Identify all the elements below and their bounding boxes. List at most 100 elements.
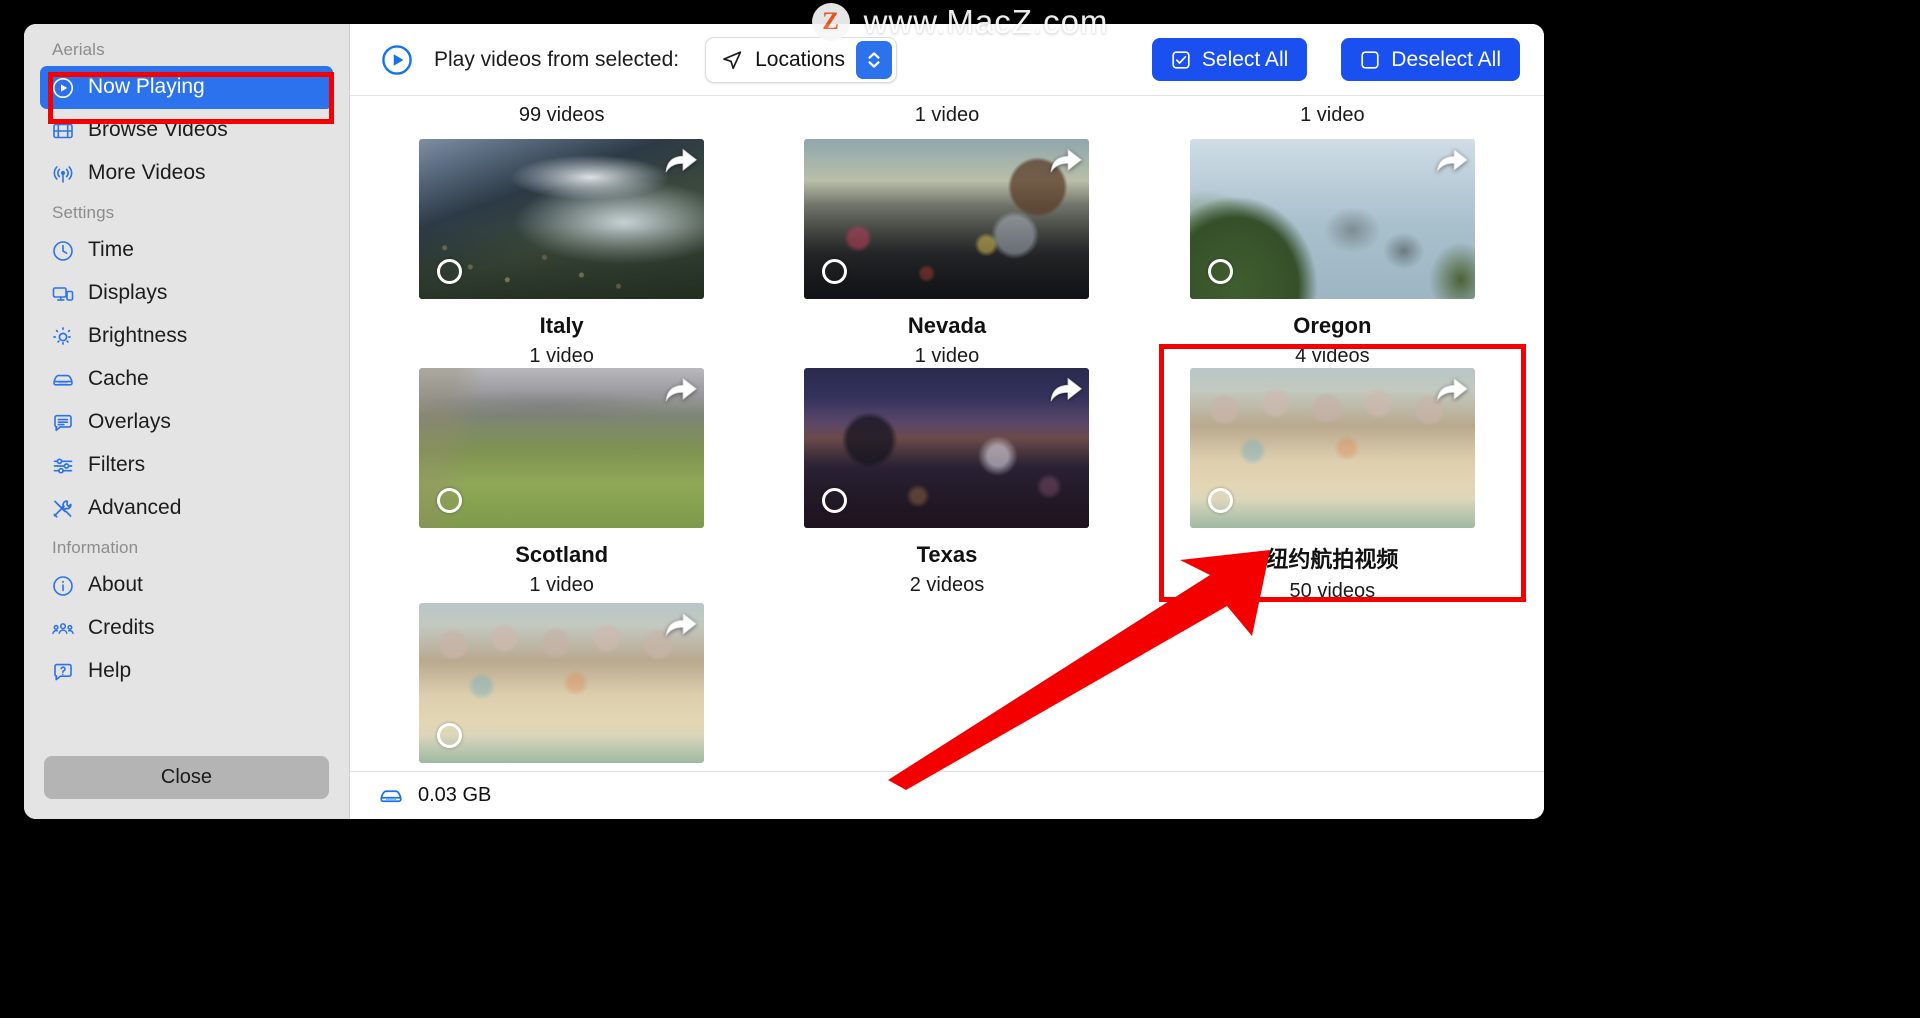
video-title: Oregon: [1293, 313, 1372, 338]
video-count: 1 video: [529, 574, 594, 596]
locations-select[interactable]: Locations: [705, 36, 898, 83]
grid-item-texas[interactable]: Texas 2 videos: [775, 368, 1118, 603]
radio-unchecked-icon[interactable]: [437, 488, 463, 513]
thumbnail-image: [419, 603, 705, 763]
video-count: 99 videos: [518, 104, 605, 126]
sidebar-item-label: More Videos: [88, 161, 206, 184]
sidebar-item-time[interactable]: Time: [40, 229, 333, 272]
grid-item-scotland[interactable]: Scotland 1 video: [390, 368, 733, 603]
video-thumbnail[interactable]: [419, 368, 705, 528]
video-thumbnail[interactable]: [1189, 368, 1475, 528]
sidebar-item-now-playing[interactable]: Now Playing: [40, 66, 333, 109]
radio-unchecked-icon[interactable]: [437, 723, 463, 748]
play-circle-icon[interactable]: [378, 41, 416, 79]
video-thumbnail[interactable]: [804, 368, 1090, 528]
sidebar-item-label: Filters: [88, 453, 146, 476]
toolbar-label: Play videos from selected:: [434, 47, 680, 71]
antenna-icon: [50, 161, 76, 187]
radio-unchecked-icon[interactable]: [1207, 259, 1233, 284]
cache-size-label: 0.03 GB: [418, 784, 492, 806]
video-title: Italy: [539, 313, 584, 338]
share-arrow-icon[interactable]: [1049, 374, 1083, 404]
sidebar-item-help[interactable]: Help: [40, 650, 333, 693]
video-title: 纽约航拍视频: [1266, 547, 1399, 572]
sidebar-item-brightness[interactable]: Brightness: [40, 315, 333, 358]
radio-unchecked-icon[interactable]: [1207, 488, 1233, 513]
grid-item-new-york[interactable]: 纽约航拍视频 50 videos: [1161, 368, 1504, 603]
close-button[interactable]: Close: [44, 756, 329, 799]
share-arrow-icon[interactable]: [1049, 145, 1083, 175]
displays-icon: [50, 281, 76, 307]
grid-item-partial[interactable]: [390, 603, 733, 763]
disk-icon: [378, 783, 404, 809]
share-arrow-icon[interactable]: [664, 145, 698, 175]
video-count: 1 video: [1300, 104, 1365, 126]
video-count: 2 videos: [909, 574, 985, 596]
thumbnail-image: [1189, 139, 1475, 299]
video-count: 1 video: [529, 345, 594, 367]
deselect-all-button[interactable]: Deselect All: [1341, 38, 1520, 81]
sidebar-section-header-aerials: Aerials: [52, 40, 105, 59]
grid-item-partial[interactable]: 1 video: [775, 96, 1118, 139]
video-title: Nevada: [907, 313, 987, 338]
sidebar-item-label: Now Playing: [88, 75, 205, 98]
video-thumbnail[interactable]: [1189, 139, 1475, 299]
video-thumbnail[interactable]: [804, 139, 1090, 299]
sidebar: Aerials Now Playing Browse Videos More V…: [24, 24, 349, 819]
thumbnail-image: [419, 139, 705, 299]
video-count: 1 video: [914, 104, 980, 126]
chevron-updown-icon[interactable]: [856, 40, 893, 79]
location-arrow-icon: [720, 48, 744, 72]
grid-item-oregon[interactable]: Oregon 4 videos: [1161, 139, 1504, 368]
select-all-label: Select All: [1201, 47, 1289, 71]
radio-unchecked-icon[interactable]: [437, 259, 463, 284]
sidebar-item-credits[interactable]: Credits: [40, 607, 333, 650]
sidebar-scroll-area: Aerials Now Playing Browse Videos More V…: [24, 32, 349, 746]
sidebar-item-label: Time: [88, 238, 134, 261]
sidebar-item-label: Credits: [88, 616, 155, 639]
sidebar-item-browse-videos[interactable]: Browse Videos: [40, 109, 333, 152]
disk-icon: [50, 367, 76, 393]
sidebar-item-label: Cache: [88, 367, 149, 390]
app-window: Aerials Now Playing Browse Videos More V…: [24, 24, 1544, 819]
thumbnail-image: [419, 368, 705, 528]
sidebar-item-overlays[interactable]: Overlays: [40, 401, 333, 444]
sidebar-item-label: Help: [88, 659, 132, 682]
thumbnail-image: [804, 368, 1090, 528]
thumbnail-image: [1189, 368, 1475, 528]
select-all-button[interactable]: Select All: [1151, 38, 1308, 81]
sidebar-item-filters[interactable]: Filters: [40, 444, 333, 487]
video-grid: 99 videos 1 video 1 video Italy 1 video …: [390, 96, 1504, 763]
share-arrow-icon[interactable]: [664, 374, 698, 404]
share-arrow-icon[interactable]: [664, 609, 698, 639]
video-thumbnail[interactable]: [419, 139, 705, 299]
sidebar-section-header-settings: Settings: [52, 203, 115, 222]
sidebar-item-more-videos[interactable]: More Videos: [40, 152, 333, 195]
grid-item-italy[interactable]: Italy 1 video: [390, 139, 733, 368]
film-icon: [50, 118, 76, 144]
sidebar-item-label: Advanced: [88, 496, 182, 519]
sidebar-item-label: Browse Videos: [88, 118, 228, 141]
sidebar-item-about[interactable]: About: [40, 564, 333, 607]
video-thumbnail[interactable]: [419, 603, 705, 763]
share-arrow-icon[interactable]: [1435, 145, 1469, 175]
locations-select-value: Locations: [755, 47, 846, 71]
clock-icon: [50, 238, 76, 264]
thumbnail-image: [804, 139, 1090, 299]
sidebar-item-displays[interactable]: Displays: [40, 272, 333, 315]
video-grid-scroll[interactable]: 99 videos 1 video 1 video Italy 1 video …: [350, 96, 1544, 771]
sidebar-item-cache[interactable]: Cache: [40, 358, 333, 401]
grid-item-partial[interactable]: 99 videos: [390, 96, 733, 139]
play-circle-icon: [50, 75, 76, 101]
grid-item-partial[interactable]: 1 video: [1161, 96, 1504, 139]
deselect-all-label: Deselect All: [1391, 47, 1501, 71]
grid-item-nevada[interactable]: Nevada 1 video: [775, 139, 1118, 368]
bubble-icon: [50, 410, 76, 436]
share-arrow-icon[interactable]: [1435, 374, 1469, 404]
sidebar-item-advanced[interactable]: Advanced: [40, 487, 333, 530]
checkbox-empty-icon: [1360, 50, 1380, 70]
tools-icon: [50, 496, 76, 522]
video-count: 50 videos: [1289, 580, 1376, 602]
video-title: Texas: [916, 542, 978, 567]
toolbar: Play videos from selected: Locations Sel…: [350, 24, 1544, 96]
